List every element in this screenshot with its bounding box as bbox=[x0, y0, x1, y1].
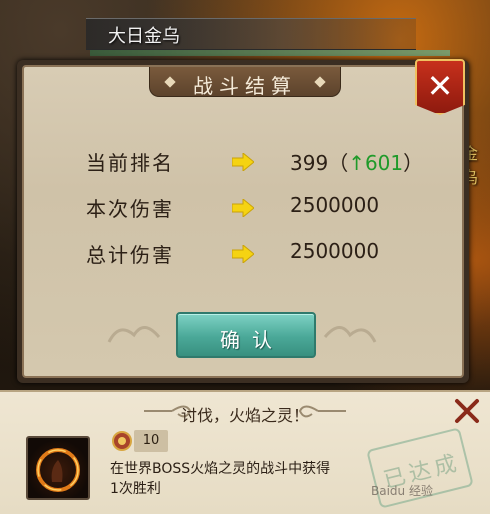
achievement-title: 讨伐，火焰之灵！ bbox=[180, 406, 309, 425]
stat-label: 本次伤害 bbox=[86, 197, 174, 221]
dialog-title: 战斗结算 bbox=[193, 74, 297, 98]
description-line-1: 在世界BOSS火焰之灵的战斗中获得 bbox=[110, 461, 331, 477]
arrow-right-icon bbox=[232, 245, 254, 263]
cloud-ornament-icon bbox=[323, 326, 377, 343]
stat-value: 399（↑601） bbox=[290, 147, 423, 176]
boss-hp-strip bbox=[90, 50, 450, 56]
achievement-close-icon[interactable] bbox=[452, 396, 482, 426]
arrow-right-icon bbox=[232, 199, 254, 217]
boss-name: 大日金乌 bbox=[108, 26, 180, 47]
arrow-right-icon bbox=[232, 153, 254, 171]
stat-label: 总计伤害 bbox=[86, 243, 174, 267]
cloud-ornament-icon bbox=[107, 326, 161, 343]
close-icon: ✕ bbox=[426, 67, 454, 105]
reward-count: 10 bbox=[134, 430, 168, 452]
stat-label: 当前排名 bbox=[86, 151, 174, 175]
swirl-ornament-icon bbox=[298, 405, 346, 418]
rank-value: 399 bbox=[290, 151, 329, 175]
medal-reward-icon bbox=[112, 431, 132, 451]
flame-ring-icon bbox=[36, 448, 80, 492]
stat-row-current-rank: 当前排名 399（↑601） bbox=[24, 147, 462, 181]
battle-result-dialog: 战斗结算 ✕ 当前排名 399（↑601） 本次伤害 2500000 总计伤害 … bbox=[17, 59, 469, 383]
achievement-description: 在世界BOSS火焰之灵的战斗中获得 1次胜利 bbox=[110, 459, 370, 499]
stat-value: 2500000 bbox=[290, 193, 380, 217]
stat-row-this-damage: 本次伤害 2500000 bbox=[24, 193, 462, 227]
close-button[interactable]: ✕ bbox=[415, 59, 465, 115]
dialog-panel: 战斗结算 ✕ 当前排名 399（↑601） 本次伤害 2500000 总计伤害 … bbox=[22, 59, 465, 378]
confirm-label: 确认 bbox=[220, 328, 284, 352]
stat-value: 2500000 bbox=[290, 239, 380, 263]
title-plate: 战斗结算 bbox=[149, 67, 341, 98]
watermark: Baidu 经验 bbox=[371, 484, 433, 498]
rank-change: ↑601 bbox=[348, 151, 404, 175]
fire-spirit-achievement-icon bbox=[26, 436, 90, 500]
confirm-button[interactable]: 确认 bbox=[176, 312, 316, 358]
rank-change-open: （ bbox=[328, 151, 349, 175]
description-line-2: 1次胜利 bbox=[110, 481, 161, 497]
stat-row-total-damage: 总计伤害 2500000 bbox=[24, 239, 462, 273]
rank-change-close: ） bbox=[403, 151, 424, 175]
